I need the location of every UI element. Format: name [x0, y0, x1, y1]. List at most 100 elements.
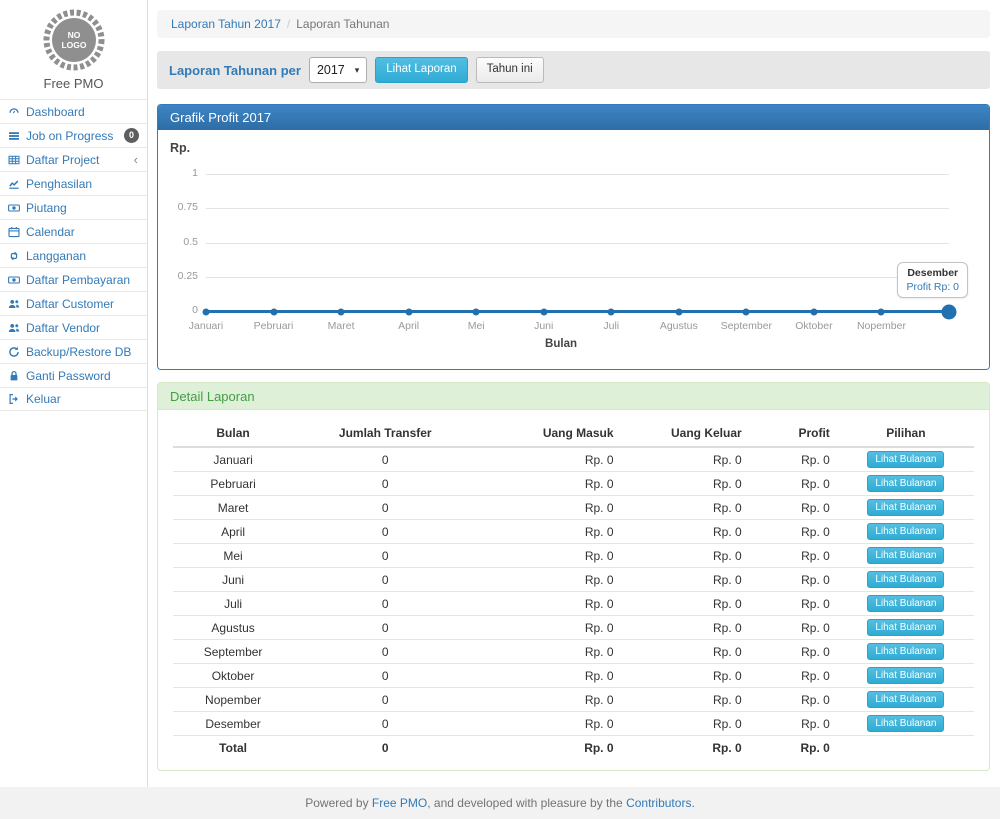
sidebar-item-ganti-password[interactable]: Ganti Password: [0, 363, 147, 387]
cell-profit: Rp. 0: [750, 544, 838, 568]
cell-pilihan: Lihat Bulanan: [838, 664, 974, 688]
sidebar-item-calendar[interactable]: Calendar: [0, 219, 147, 243]
cell-profit: Rp. 0: [750, 640, 838, 664]
view-monthly-button[interactable]: Lihat Bulanan: [867, 667, 944, 684]
cell-pilihan: Lihat Bulanan: [838, 520, 974, 544]
cell-uang-masuk: Rp. 0: [477, 520, 621, 544]
sidebar-item-daftar-vendor[interactable]: Daftar Vendor: [0, 315, 147, 339]
sidebar-item-backup-restore-db[interactable]: Backup/Restore DB: [0, 339, 147, 363]
cell-uang-keluar: Rp. 0: [622, 712, 750, 736]
sidebar-item-piutang[interactable]: Piutang: [0, 195, 147, 219]
cell-uang-masuk: Rp. 0: [477, 544, 621, 568]
table-row: Juni0Rp. 0Rp. 0Rp. 0Lihat Bulanan: [173, 568, 974, 592]
current-year-button[interactable]: Tahun ini: [476, 57, 544, 83]
view-monthly-button[interactable]: Lihat Bulanan: [867, 643, 944, 660]
data-point-desember[interactable]: [942, 305, 957, 320]
gridline: [206, 243, 949, 244]
sidebar-menu: DashboardJob on Progress0Daftar Project‹…: [0, 99, 147, 411]
x-tick-label: Mei: [438, 320, 514, 332]
view-monthly-button[interactable]: Lihat Bulanan: [867, 571, 944, 588]
data-point-nopember[interactable]: [878, 309, 885, 316]
data-point-juli[interactable]: [608, 309, 615, 316]
cell-uang-masuk: Rp. 0: [477, 712, 621, 736]
y-tick-label: 1: [158, 167, 198, 179]
data-point-pebruari[interactable]: [270, 309, 277, 316]
sidebar-item-dashboard[interactable]: Dashboard: [0, 99, 147, 123]
col-header-jumlah-transfer: Jumlah Transfer: [293, 420, 477, 447]
tasks-icon: [7, 129, 20, 142]
sidebar-item-langganan[interactable]: Langganan: [0, 243, 147, 267]
x-tick-label: Pebruari: [236, 320, 312, 332]
col-header-profit: Profit: [750, 420, 838, 447]
view-monthly-button[interactable]: Lihat Bulanan: [867, 499, 944, 516]
table-row: Nopember0Rp. 0Rp. 0Rp. 0Lihat Bulanan: [173, 688, 974, 712]
sidebar-item-label: Langganan: [26, 249, 141, 263]
view-monthly-button[interactable]: Lihat Bulanan: [867, 523, 944, 540]
cell-uang-masuk: Rp. 0: [477, 568, 621, 592]
view-monthly-button[interactable]: Lihat Bulanan: [867, 547, 944, 564]
cell-bulan: Pebruari: [173, 472, 293, 496]
sidebar-item-penghasilan[interactable]: Penghasilan: [0, 171, 147, 195]
col-header-bulan: Bulan: [173, 420, 293, 447]
view-report-button[interactable]: Lihat Laporan: [375, 57, 467, 83]
cell-pilihan: [838, 736, 974, 760]
sidebar-item-keluar[interactable]: Keluar: [0, 387, 147, 411]
data-point-maret[interactable]: [338, 309, 345, 316]
cell-bulan: Juni: [173, 568, 293, 592]
chart-tooltip: Desember Profit Rp: 0: [897, 262, 968, 298]
x-tick-label: Oktober: [776, 320, 852, 332]
cell-bulan: April: [173, 520, 293, 544]
data-point-juni[interactable]: [540, 309, 547, 316]
cell-uang-masuk: Rp. 0: [477, 640, 621, 664]
filter-label: Laporan Tahunan per: [169, 63, 301, 78]
footer-app-link[interactable]: Free PMO: [372, 796, 427, 810]
sidebar-item-job-on-progress[interactable]: Job on Progress0: [0, 123, 147, 147]
footer-text-before: Powered by: [305, 796, 372, 810]
cell-profit: Rp. 0: [750, 616, 838, 640]
data-point-september[interactable]: [743, 309, 750, 316]
view-monthly-button[interactable]: Lihat Bulanan: [867, 619, 944, 636]
sidebar-item-label: Job on Progress: [26, 129, 118, 143]
table-row: Mei0Rp. 0Rp. 0Rp. 0Lihat Bulanan: [173, 544, 974, 568]
view-monthly-button[interactable]: Lihat Bulanan: [867, 451, 944, 468]
cell-pilihan: Lihat Bulanan: [838, 688, 974, 712]
sign-out-icon: [7, 393, 20, 406]
sidebar-item-label: Daftar Project: [26, 153, 128, 167]
money-icon: [7, 273, 20, 286]
footer-contributors-link[interactable]: Contributors.: [626, 796, 695, 810]
col-header-uang-masuk: Uang Masuk: [477, 420, 621, 447]
sidebar-item-daftar-customer[interactable]: Daftar Customer: [0, 291, 147, 315]
view-monthly-button[interactable]: Lihat Bulanan: [867, 475, 944, 492]
view-monthly-button[interactable]: Lihat Bulanan: [867, 715, 944, 732]
view-monthly-button[interactable]: Lihat Bulanan: [867, 595, 944, 612]
breadcrumb-link[interactable]: Laporan Tahun 2017: [171, 17, 281, 31]
year-select[interactable]: 2017: [309, 57, 367, 83]
profit-chart-panel: Grafik Profit 2017 Rp. JanuariPebruariMa…: [157, 104, 990, 370]
view-monthly-button[interactable]: Lihat Bulanan: [867, 691, 944, 708]
data-point-april[interactable]: [405, 309, 412, 316]
cell-bulan: Mei: [173, 544, 293, 568]
data-point-mei[interactable]: [473, 309, 480, 316]
cell-uang-keluar: Rp. 0: [622, 568, 750, 592]
cell-pilihan: Lihat Bulanan: [838, 592, 974, 616]
cell-jumlah-transfer: 0: [293, 712, 477, 736]
gridline: [206, 174, 949, 175]
cell-bulan: Nopember: [173, 688, 293, 712]
refresh-icon: [7, 345, 20, 358]
gridline: [206, 208, 949, 209]
cell-profit: Rp. 0: [750, 688, 838, 712]
cell-uang-keluar: Rp. 0: [622, 472, 750, 496]
table-row: Agustus0Rp. 0Rp. 0Rp. 0Lihat Bulanan: [173, 616, 974, 640]
users-icon: [7, 321, 20, 334]
sidebar-item-label: Piutang: [26, 201, 141, 215]
data-point-oktober[interactable]: [810, 309, 817, 316]
data-point-januari[interactable]: [203, 309, 210, 316]
cell-jumlah-transfer: 0: [293, 568, 477, 592]
sidebar-item-daftar-project[interactable]: Daftar Project‹: [0, 147, 147, 171]
cell-jumlah-transfer: 0: [293, 592, 477, 616]
cell-uang-masuk: Rp. 0: [477, 447, 621, 472]
sidebar-item-daftar-pembayaran[interactable]: Daftar Pembayaran: [0, 267, 147, 291]
sidebar-item-label: Keluar: [26, 392, 141, 406]
data-point-agustus[interactable]: [675, 309, 682, 316]
cell-bulan: Desember: [173, 712, 293, 736]
